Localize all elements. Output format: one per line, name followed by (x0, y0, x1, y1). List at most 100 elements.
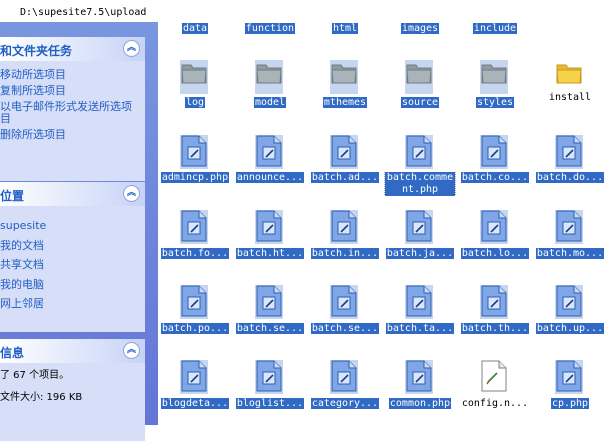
file-tasks-title: 和文件夹任务 (0, 44, 73, 58)
folder-icon (330, 60, 358, 94)
file-name: batch.th... (460, 323, 530, 334)
file-name: batch.do... (535, 172, 605, 183)
file-name: mthemes (322, 97, 368, 108)
php-file-icon (405, 210, 433, 244)
file-label: batch.fo... (158, 248, 232, 260)
file-label: model (233, 97, 307, 109)
file-label: function (233, 23, 307, 35)
file-label: batch.mo... (533, 248, 606, 260)
place-supesite[interactable]: supesite (0, 216, 145, 236)
file-label: config.n... (458, 398, 532, 410)
php-file-icon (330, 285, 358, 319)
file-name: function (244, 23, 296, 34)
folder-icon (255, 60, 283, 94)
file-label: install (533, 92, 606, 104)
file-tasks-body: 移动所选项目 复制所选项目 以电子邮件形式发送所选项目 删除所选项目 (0, 61, 145, 181)
collapse-icon[interactable]: ︽ (123, 185, 140, 202)
file-label: common.php (383, 398, 457, 410)
file-label: cp.php (533, 398, 606, 410)
php-file-icon (330, 135, 358, 169)
file-name: batch.po... (160, 323, 230, 334)
address-bar[interactable]: D:\supesite7.5\upload (0, 0, 606, 23)
file-label: mthemes (308, 97, 382, 109)
php-file-icon (480, 135, 508, 169)
php-file-icon (255, 360, 283, 394)
collapse-icon[interactable]: ︽ (123, 342, 140, 359)
php-file-icon (405, 135, 433, 169)
collapse-icon[interactable]: ︽ (123, 40, 140, 57)
file-label: batch.ht... (233, 248, 307, 260)
places-header[interactable]: 位置 ︽ (0, 182, 145, 206)
folder-icon (405, 60, 433, 94)
file-name: category... (310, 398, 380, 409)
details-count: 了 67 个项目。 (0, 370, 70, 381)
file-name: batch.se... (310, 323, 380, 334)
file-label: batch.ta... (383, 323, 457, 335)
file-label: batch.do... (533, 172, 606, 184)
file-name: blogdeta... (160, 398, 230, 409)
php-file-icon (330, 360, 358, 394)
place-shared-documents[interactable]: 共享文档 (0, 255, 145, 275)
details-header[interactable]: 信息 ︽ (0, 339, 145, 363)
details-title: 信息 (0, 346, 25, 360)
file-label: bloglist... (233, 398, 307, 410)
file-name: images (400, 23, 440, 34)
php-file-icon (405, 285, 433, 319)
file-name: model (253, 97, 287, 108)
file-label: batch.ja... (383, 248, 457, 260)
task-copy[interactable]: 复制所选项目 (0, 83, 145, 99)
file-label: batch.comment.php (383, 172, 457, 196)
file-label: category... (308, 398, 382, 410)
task-move[interactable]: 移动所选项目 (0, 67, 145, 83)
file-name: batch.ad... (310, 172, 380, 183)
file-name: source (400, 97, 440, 108)
file-label: batch.co... (458, 172, 532, 184)
file-name: batch.comment.php (384, 172, 456, 196)
php-file-icon (480, 210, 508, 244)
php-file-icon (180, 135, 208, 169)
file-label: admincp.php (158, 172, 232, 184)
file-name: common.php (388, 398, 452, 409)
place-network[interactable]: 网上邻居 (0, 294, 145, 314)
file-view[interactable]: data function html images include log model mth… (158, 22, 606, 425)
php-file-icon (480, 285, 508, 319)
file-tasks-panel: 和文件夹任务 ︽ 移动所选项目 复制所选项目 以电子邮件形式发送所选项目 删除所… (0, 37, 145, 181)
file-name: batch.in... (310, 248, 380, 259)
file-name: install (548, 92, 592, 103)
file-name: bloglist... (235, 398, 305, 409)
file-label: batch.lo... (458, 248, 532, 260)
task-delete[interactable]: 删除所选项目 (0, 127, 145, 143)
file-name: batch.ta... (385, 323, 455, 334)
details-panel: 信息 ︽ 了 67 个项目。 文件大小: 196 KB (0, 339, 145, 441)
file-label: batch.po... (158, 323, 232, 335)
file-name: data (181, 23, 209, 34)
address-path: D:\supesite7.5\upload (20, 7, 147, 18)
file-name: admincp.php (160, 172, 230, 183)
php-file-icon (555, 360, 583, 394)
folder-icon (180, 60, 208, 94)
php-file-icon (180, 285, 208, 319)
php-file-icon (180, 360, 208, 394)
file-name: include (472, 23, 518, 34)
php-file-icon (405, 360, 433, 394)
place-my-documents[interactable]: 我的文档 (0, 236, 145, 256)
php-file-icon (180, 210, 208, 244)
place-my-computer[interactable]: 我的电脑 (0, 275, 145, 295)
file-name: batch.co... (460, 172, 530, 183)
file-tasks-header[interactable]: 和文件夹任务 ︽ (0, 37, 145, 61)
php-file-icon (255, 135, 283, 169)
task-email[interactable]: 以电子邮件形式发送所选项目 (0, 101, 140, 125)
file-label: blogdeta... (158, 398, 232, 410)
file-label: styles (458, 97, 532, 109)
file-name: batch.se... (235, 323, 305, 334)
file-name: batch.ja... (385, 248, 455, 259)
folder-icon (555, 60, 583, 94)
file-name: cp.php (550, 398, 590, 409)
file-label: batch.up... (533, 323, 606, 335)
file-label: data (158, 23, 232, 35)
file-name: batch.lo... (460, 248, 530, 259)
file-name: config.n... (461, 398, 529, 409)
file-label: html (308, 23, 382, 35)
php-file-icon (555, 210, 583, 244)
file-name: announce... (235, 172, 305, 183)
